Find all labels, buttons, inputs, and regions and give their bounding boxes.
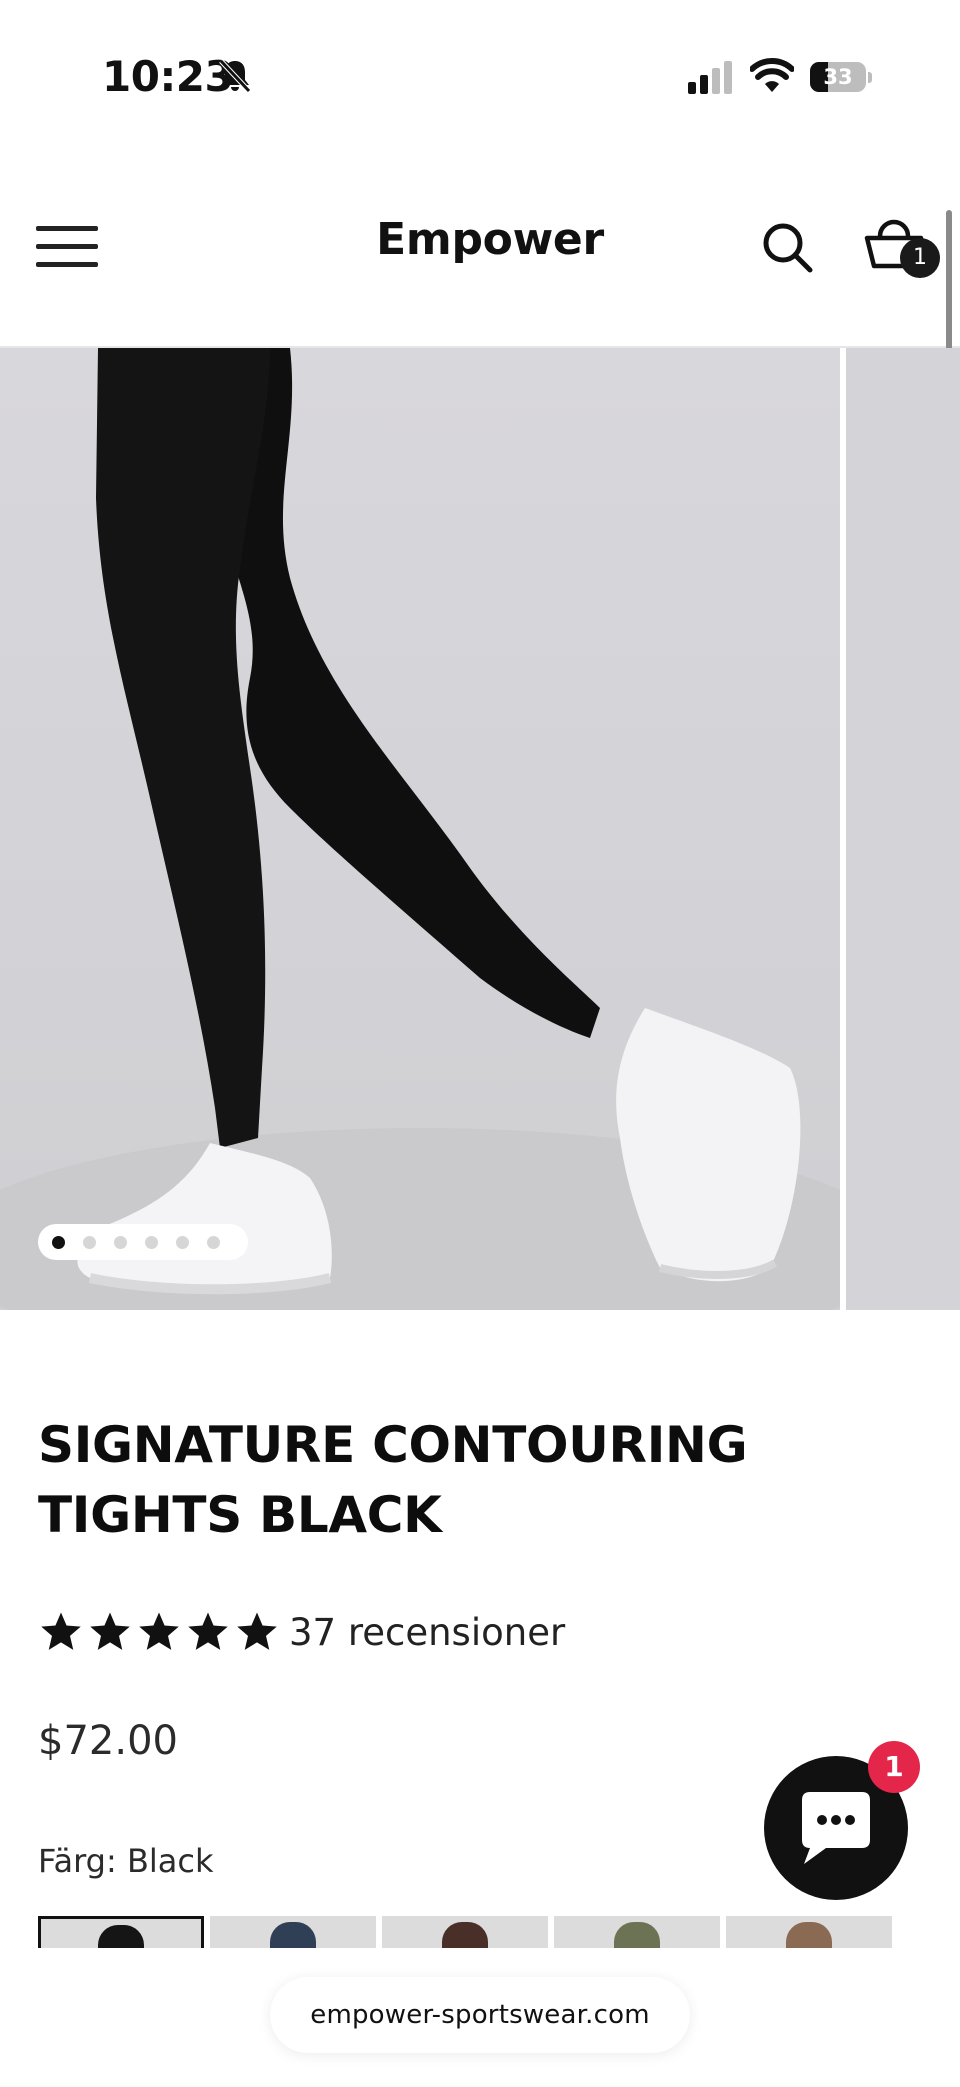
product-image[interactable] [0, 348, 840, 1310]
rating-stars [38, 1609, 283, 1655]
leggings-photo [0, 348, 840, 1310]
site-header: Empower 1 [0, 150, 960, 348]
gallery-pagination [38, 1224, 248, 1260]
gallery-dot[interactable] [145, 1235, 158, 1249]
product-rating[interactable]: 37 recensioner [38, 1604, 565, 1660]
color-label: Färg: Black [38, 1842, 214, 1880]
star-icon [237, 1612, 277, 1650]
status-bar: 10:23 33 [0, 0, 960, 150]
cart-count-badge: 1 [900, 238, 940, 278]
gallery-dot[interactable] [207, 1235, 220, 1249]
wifi-icon [750, 58, 794, 92]
product-price: $72.00 [38, 1718, 178, 1764]
status-time: 10:23 [102, 52, 234, 101]
search-icon[interactable] [760, 220, 816, 276]
chat-notification-badge: 1 [868, 1741, 920, 1793]
gallery-dot[interactable] [176, 1235, 189, 1249]
gallery-dot[interactable] [83, 1235, 96, 1249]
browser-domain-bar[interactable]: empower-sportswear.com [270, 1977, 690, 2053]
star-icon [188, 1612, 228, 1650]
color-swatch[interactable] [382, 1916, 548, 1948]
next-product-image[interactable] [846, 348, 960, 1310]
color-swatch[interactable] [38, 1916, 204, 1948]
color-swatch[interactable] [554, 1916, 720, 1948]
menu-icon [36, 226, 98, 231]
star-icon [139, 1612, 179, 1650]
battery-icon: 33 [810, 62, 872, 94]
color-swatch[interactable] [210, 1916, 376, 1948]
bell-slash-icon [219, 59, 251, 93]
brand-logo[interactable]: Empower [280, 214, 700, 265]
gallery-dot[interactable] [52, 1235, 65, 1249]
color-swatches [38, 1916, 938, 1948]
star-icon [41, 1612, 81, 1650]
star-icon [90, 1612, 130, 1650]
menu-button[interactable] [36, 222, 100, 272]
product-title: SIGNATURE CONTOURING TIGHTS BLACK [38, 1416, 748, 1544]
color-swatch[interactable] [726, 1916, 892, 1948]
cart-button[interactable]: 1 [864, 218, 940, 284]
signal-icon [688, 61, 732, 94]
product-gallery[interactable] [0, 348, 960, 1310]
review-count-link[interactable]: 37 recensioner [289, 1611, 565, 1654]
gallery-dot[interactable] [114, 1235, 127, 1249]
battery-level: 33 [823, 65, 853, 89]
